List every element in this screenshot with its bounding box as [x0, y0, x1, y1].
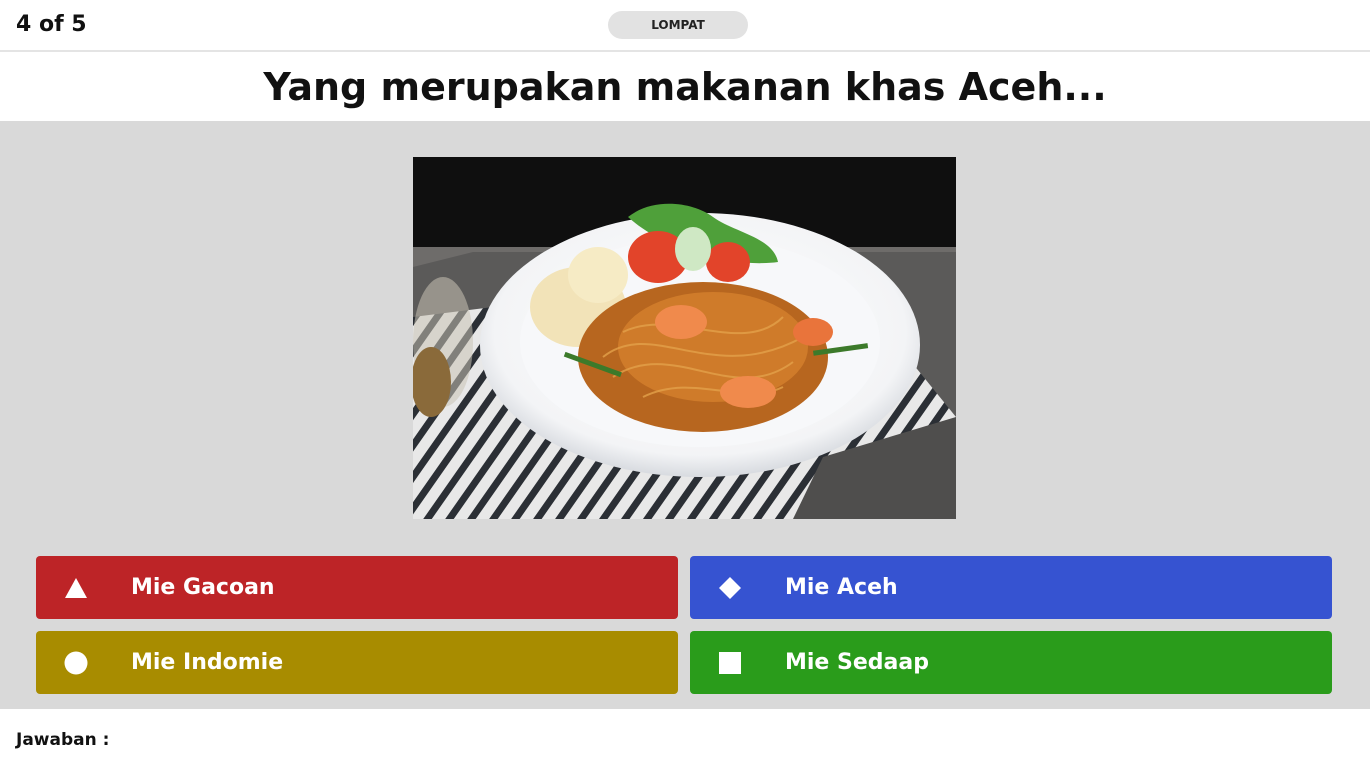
question-title: Yang merupakan makanan khas Aceh...	[0, 54, 1370, 121]
answer-option-4[interactable]: Mie Sedaap	[690, 631, 1332, 694]
question-stage: Mie Gacoan Mie Aceh Mie Indomie Mie Seda…	[0, 121, 1370, 709]
triangle-icon	[65, 578, 87, 598]
answer-label: Mie Sedaap	[785, 650, 929, 675]
skip-button[interactable]: LOMPAT	[608, 11, 748, 39]
answer-label: Mie Indomie	[131, 650, 284, 675]
answer-caption: Jawaban :	[16, 730, 110, 750]
question-image	[413, 157, 956, 519]
circle-icon	[64, 651, 88, 675]
answer-option-3[interactable]: Mie Indomie	[36, 631, 678, 694]
answer-label: Mie Gacoan	[131, 575, 275, 600]
answer-label: Mie Aceh	[785, 575, 898, 600]
top-bar: 4 of 5 LOMPAT	[0, 0, 1370, 52]
answer-option-2[interactable]: Mie Aceh	[690, 556, 1332, 619]
footer: Jawaban :	[0, 709, 1370, 770]
diamond-icon	[719, 577, 741, 599]
question-counter: 4 of 5	[16, 12, 87, 37]
answer-option-1[interactable]: Mie Gacoan	[36, 556, 678, 619]
square-icon	[719, 652, 741, 674]
